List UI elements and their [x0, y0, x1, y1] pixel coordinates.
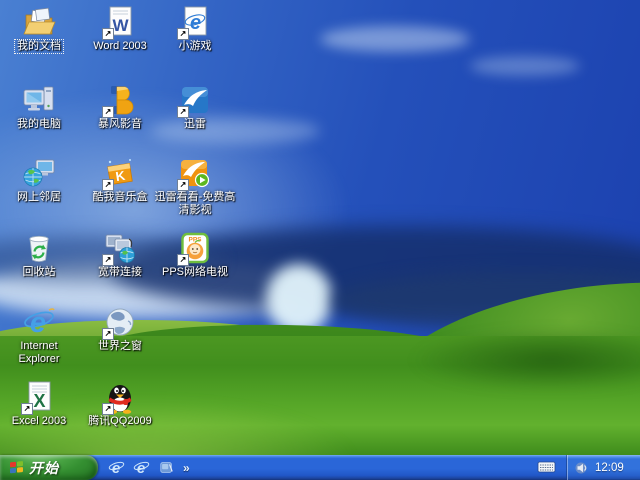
windows-logo-icon	[9, 460, 24, 475]
shortcut-arrow-icon: ↗	[102, 328, 114, 340]
icon-label: 腾讯QQ2009	[86, 415, 154, 428]
icon-label: 我的文档	[15, 40, 63, 53]
icon-label: Excel 2003	[10, 415, 68, 428]
internet-explorer-icon[interactable]: e	[108, 459, 125, 476]
taskbar: 开始 e e »	[0, 455, 640, 480]
icon-label: 暴风影音	[96, 118, 144, 131]
quick-launch-overflow-chevron[interactable]: »	[183, 461, 190, 475]
xunlei-thunder-icon: ↗	[178, 83, 212, 117]
excel-2003-icon: X ↗	[22, 380, 56, 414]
show-desktop-icon[interactable]	[158, 459, 175, 476]
desktop-icon-internet-explorer[interactable]: e Internet Explorer	[1, 305, 77, 367]
svg-text:W: W	[112, 16, 129, 35]
shortcut-arrow-icon: ↗	[102, 403, 114, 415]
icon-label: 迅雷看看-免费高清影视	[150, 191, 240, 218]
desktop-icon-xunlei[interactable]: ↗ 迅雷	[152, 83, 238, 131]
icon-label: 网上邻居	[15, 191, 63, 204]
desktop-icon-broadband[interactable]: ↗ 宽带连接	[80, 231, 160, 279]
svg-text:X: X	[33, 391, 45, 411]
icon-label: 世界之窗	[96, 340, 144, 353]
icon-label: 回收站	[21, 266, 58, 279]
desktop-icon-kuwo[interactable]: K ↗ 酷我音乐盒	[80, 156, 160, 204]
shortcut-arrow-icon: ↗	[102, 106, 114, 118]
system-tray: 12:09	[566, 455, 640, 480]
kuwo-music-box-icon: K ↗	[103, 156, 137, 190]
baofeng-player-icon: ↗	[103, 83, 137, 117]
pps-network-tv-icon: PPS ↗	[178, 231, 212, 265]
broadband-connection-icon: ↗	[103, 231, 137, 265]
start-button[interactable]: 开始	[0, 455, 98, 480]
desktop-icon-baofeng[interactable]: ↗ 暴风影音	[80, 83, 160, 131]
icon-label: 小游戏	[177, 40, 214, 53]
icon-label: 迅雷	[182, 118, 208, 131]
icon-label: PPS网络电视	[160, 266, 230, 279]
volume-icon[interactable]	[575, 461, 589, 475]
desktop-icon-mini-games[interactable]: e ↗ 小游戏	[152, 5, 238, 53]
desktop-icon-xunlei-kankan[interactable]: ↗ 迅雷看看-免费高清影视	[150, 156, 240, 218]
quick-launch-bar: e e »	[108, 455, 190, 480]
icon-label: 我的电脑	[15, 118, 63, 131]
shortcut-arrow-icon: ↗	[177, 254, 189, 266]
desktop-icon-world-window[interactable]: ↗ 世界之窗	[80, 305, 160, 353]
icon-label: Internet Explorer	[1, 340, 77, 367]
network-places-icon	[22, 156, 56, 190]
desktop-screen: 我的文档 W ↗ Word 2003 e ↗ 小游戏	[0, 0, 640, 480]
desktop-icon-pps[interactable]: PPS ↗ PPS网络电视	[150, 231, 240, 279]
input-method-keyboard-icon[interactable]	[537, 459, 556, 475]
shortcut-arrow-icon: ↗	[102, 179, 114, 191]
desktop-icon-excel-2003[interactable]: X ↗ Excel 2003	[1, 380, 77, 428]
shortcut-arrow-icon: ↗	[177, 106, 189, 118]
cloud-wisp	[320, 26, 470, 52]
shortcut-arrow-icon: ↗	[177, 28, 189, 40]
shortcut-arrow-icon: ↗	[21, 403, 33, 415]
shortcut-arrow-icon: ↗	[102, 28, 114, 40]
desktop-icon-qq[interactable]: ↗ 腾讯QQ2009	[80, 380, 160, 428]
word-2003-icon: W ↗	[103, 5, 137, 39]
internet-explorer-icon: e	[22, 305, 56, 339]
my-documents-icon	[22, 5, 56, 39]
desktop-icon-my-documents[interactable]: 我的文档	[1, 5, 77, 53]
tencent-qq-icon: ↗	[103, 380, 137, 414]
my-computer-icon	[22, 83, 56, 117]
shortcut-arrow-icon: ↗	[177, 179, 189, 191]
icon-label: 酷我音乐盒	[91, 191, 150, 204]
mini-games-icon: e ↗	[178, 5, 212, 39]
cloud-wisp	[470, 56, 580, 76]
xunlei-kankan-icon: ↗	[178, 156, 212, 190]
desktop-icon-word-2003[interactable]: W ↗ Word 2003	[80, 5, 160, 53]
icon-label: Word 2003	[91, 40, 149, 53]
taskbar-clock[interactable]: 12:09	[595, 462, 624, 474]
internet-explorer-icon-2[interactable]: e	[133, 459, 150, 476]
recycle-bin-icon	[22, 231, 56, 265]
world-window-browser-icon: ↗	[103, 305, 137, 339]
bright-sky-gap	[266, 264, 332, 334]
desktop-icon-my-computer[interactable]: 我的电脑	[1, 83, 77, 131]
shortcut-arrow-icon: ↗	[102, 254, 114, 266]
desktop-icon-network-places[interactable]: 网上邻居	[1, 156, 77, 204]
start-label: 开始	[29, 458, 59, 478]
icon-label: 宽带连接	[96, 266, 144, 279]
desktop-icon-recycle-bin[interactable]: 回收站	[1, 231, 77, 279]
